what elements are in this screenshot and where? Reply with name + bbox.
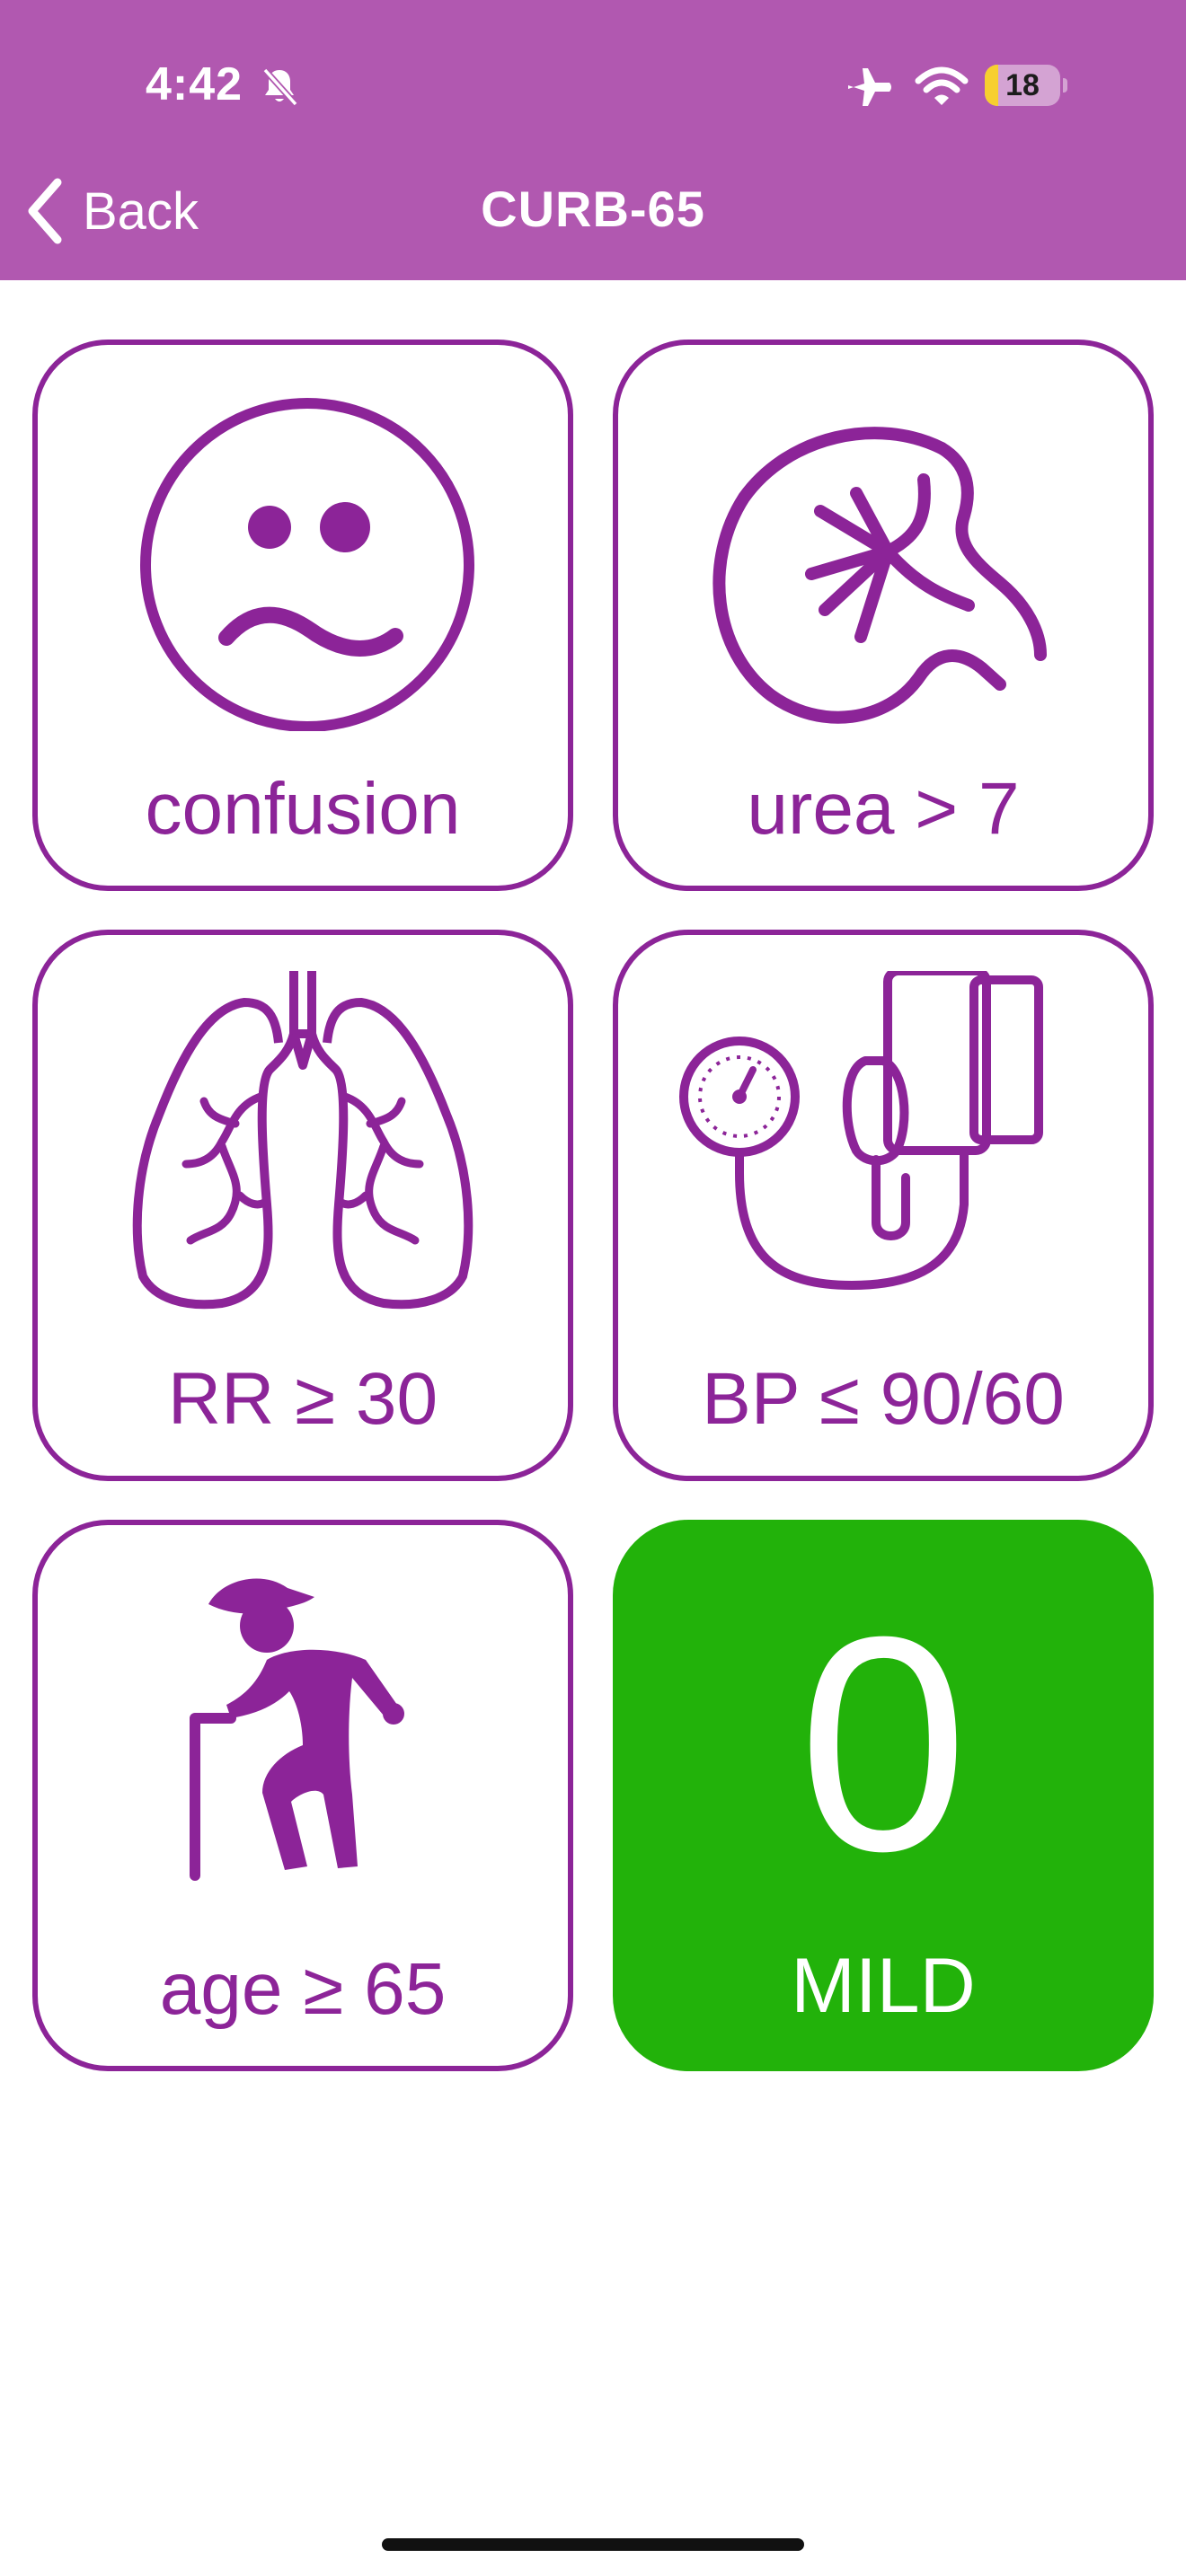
score-value: 0 [798,1574,969,1915]
criterion-label: BP ≤ 90/60 [702,1358,1065,1440]
curb65-screen: 4:42 18 Back CURB-65 confusion urea > 7 … [0,0,1186,2576]
criterion-tile-blood-pressure[interactable]: BP ≤ 90/60 [613,930,1154,1481]
criterion-tile-age[interactable]: age ≥ 65 [32,1520,573,2071]
criterion-label: age ≥ 65 [159,1948,447,2030]
criterion-label: urea > 7 [747,768,1020,850]
bell-slash-icon [262,67,298,107]
criterion-tile-urea[interactable]: urea > 7 [613,340,1154,891]
battery-icon: 18 [985,65,1067,106]
page-title: CURB-65 [481,181,705,237]
navigation-header: 4:42 18 Back CURB-65 [0,0,1186,280]
blood-pressure-cuff-icon [679,971,1043,1291]
severity-label: MILD [791,1943,976,2029]
status-time: 4:42 [146,58,243,110]
home-indicator[interactable] [382,2538,804,2551]
criterion-label: confusion [145,768,461,850]
airplane-icon [848,68,891,106]
wifi-icon [915,66,969,105]
criterion-tile-confusion[interactable]: confusion [32,340,573,891]
battery-level: 18 [1005,68,1040,102]
elderly-person-with-cane-icon [190,1578,404,1881]
score-result-tile: 0 MILD [613,1520,1154,2071]
kidney-icon [712,427,1047,724]
confused-face-icon [140,398,474,731]
criterion-label: RR ≥ 30 [167,1358,438,1440]
criterion-tile-respiratory-rate[interactable]: RR ≥ 30 [32,930,573,1481]
lungs-icon [132,971,474,1310]
